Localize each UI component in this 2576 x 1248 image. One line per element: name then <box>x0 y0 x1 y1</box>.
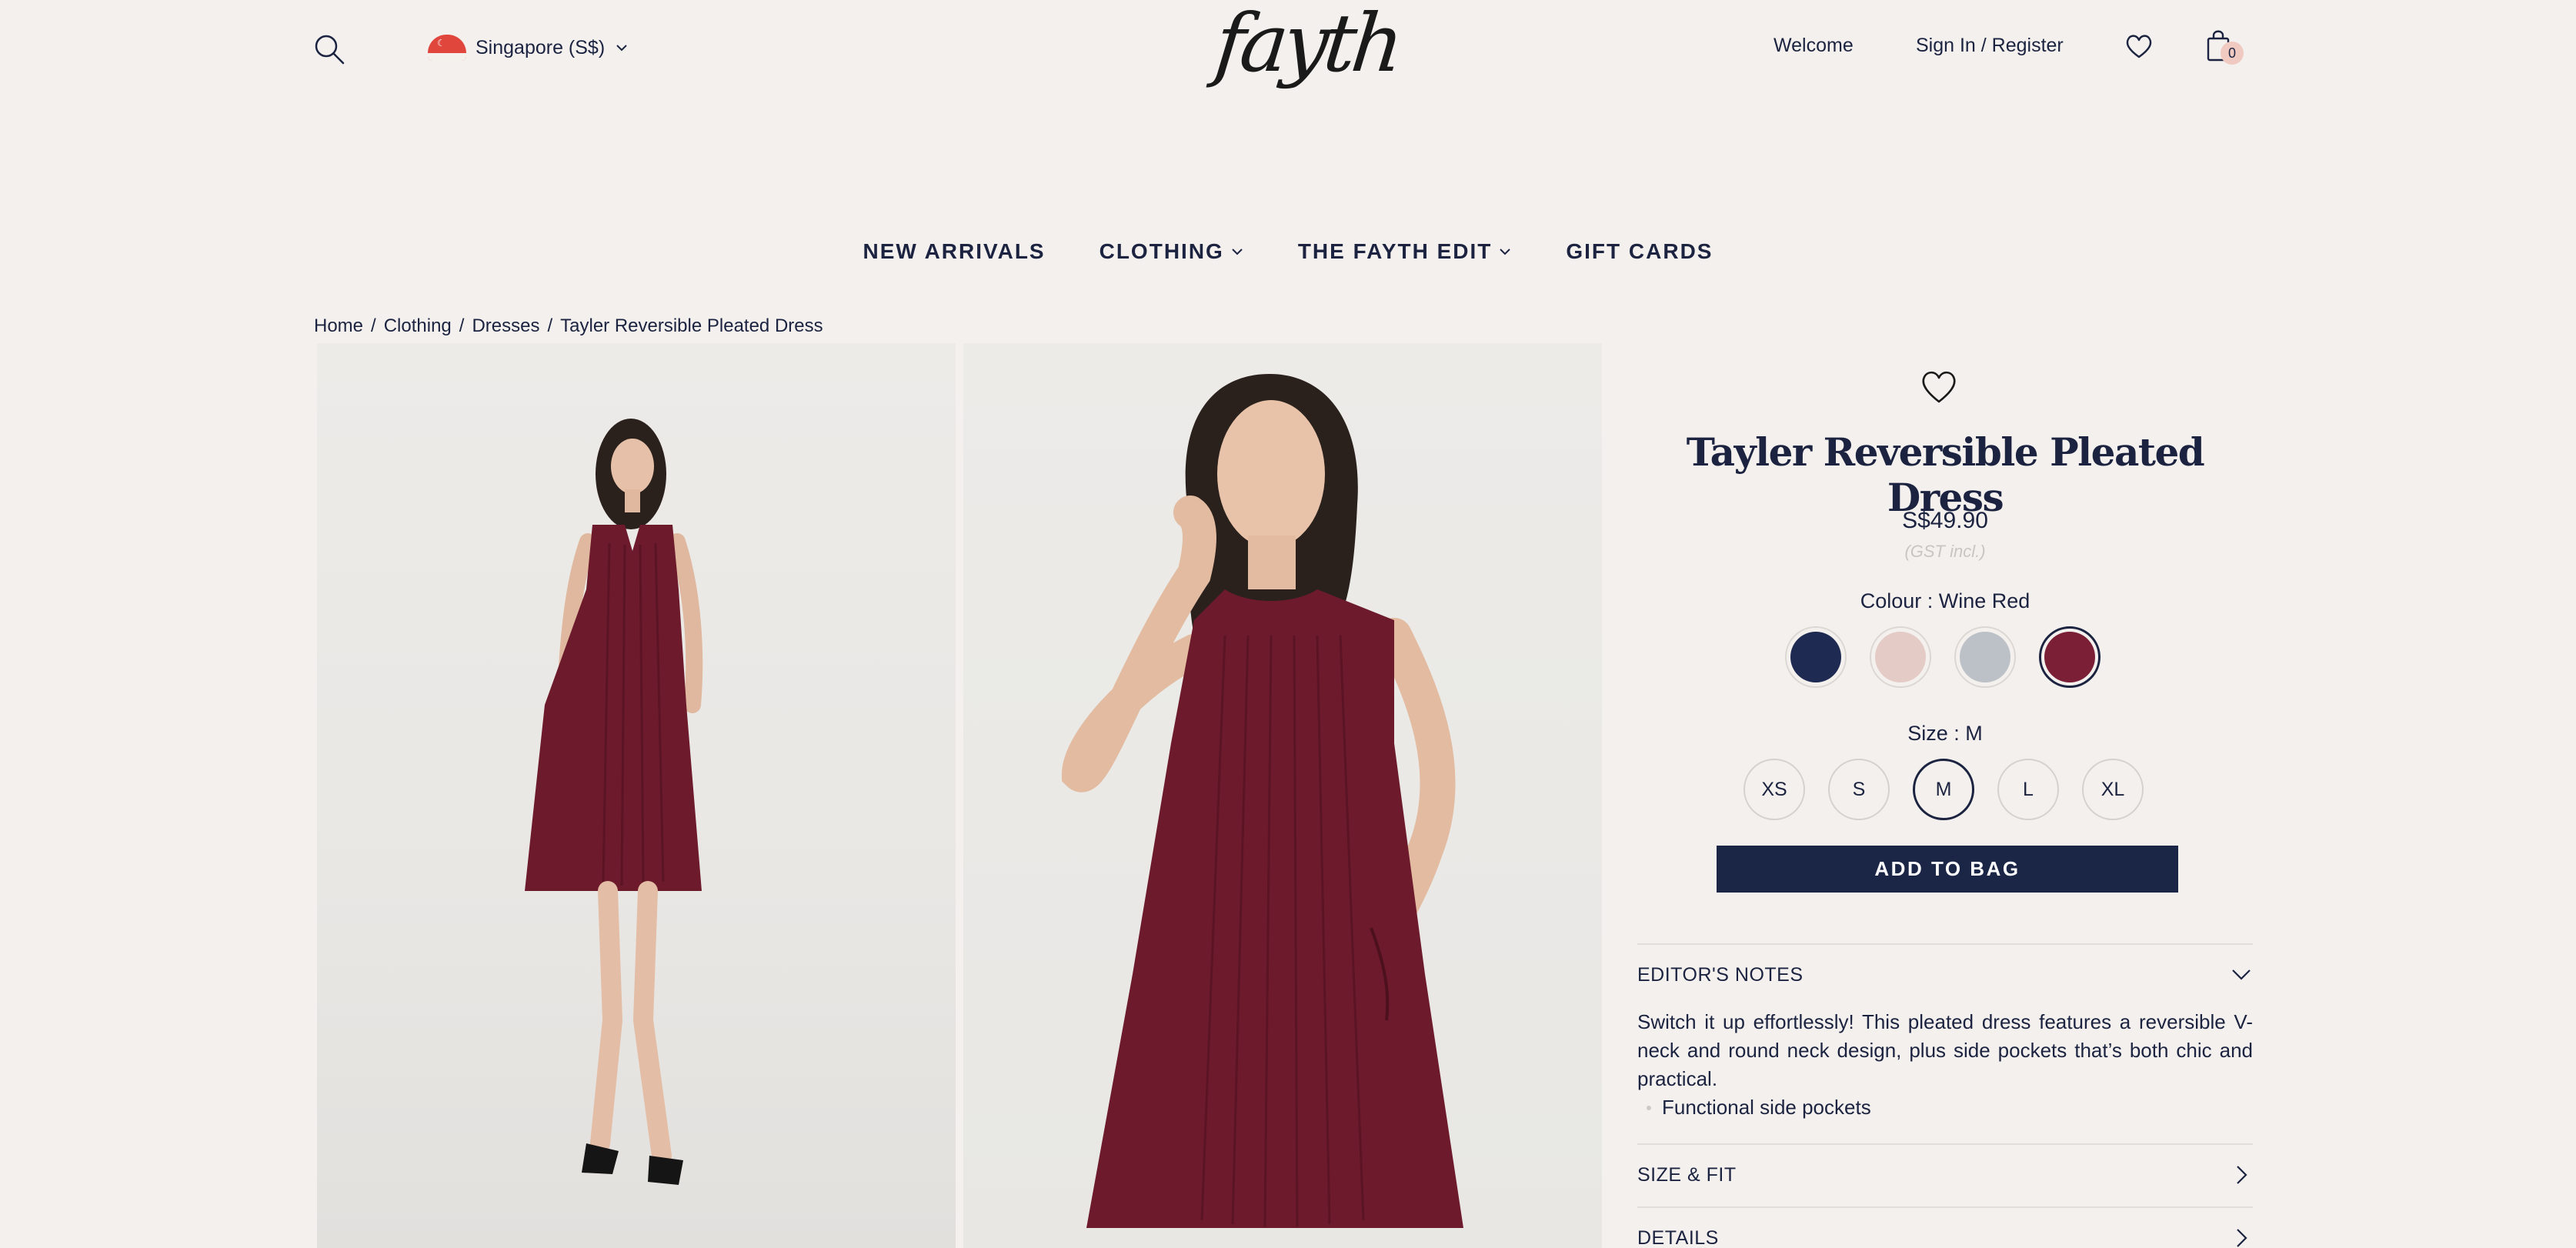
editors-notes-bullet: Functional side pockets <box>1662 1096 1871 1119</box>
nav-label: THE FAYTH EDIT <box>1297 239 1493 263</box>
colour-label: Colour : Wine Red <box>1860 589 2030 612</box>
singapore-flag-icon: ☾ <box>428 35 466 61</box>
breadcrumb: Home / Clothing / Dresses / Tayler Rever… <box>314 315 823 337</box>
region-selector[interactable]: ☾ Singapore (S$) <box>428 29 629 66</box>
nav-clothing[interactable]: CLOTHING <box>1099 239 1244 264</box>
breadcrumb-home[interactable]: Home <box>314 315 363 337</box>
search-icon[interactable] <box>311 31 348 68</box>
nav-new-arrivals[interactable]: NEW ARRIVALS <box>863 239 1046 264</box>
colour-swatch-navy[interactable] <box>1785 626 1847 688</box>
product-photo-full-length[interactable] <box>317 343 956 1248</box>
size-label: Size : M <box>1907 722 1983 745</box>
main-navigation: NEW ARRIVALS CLOTHING THE FAYTH EDIT GIF… <box>0 239 2576 264</box>
size-options: XS S M L XL <box>1743 759 2144 820</box>
breadcrumb-separator: / <box>371 315 376 336</box>
chevron-down-icon <box>2232 969 2251 980</box>
product-photo-close-up[interactable] <box>963 343 1602 1248</box>
accordion-title: SIZE & FIT <box>1637 1163 1737 1186</box>
size-option-s[interactable]: S <box>1828 759 1890 820</box>
product-price: S$49.90 <box>1902 508 1988 533</box>
bag-count-badge: 0 <box>2221 42 2244 65</box>
brand-logo[interactable]: fayth <box>1211 0 1404 109</box>
add-to-wishlist-heart-icon[interactable] <box>1919 366 1959 406</box>
nav-label: GIFT CARDS <box>1566 239 1713 263</box>
size-option-xl[interactable]: XL <box>2082 759 2144 820</box>
breadcrumb-separator: / <box>547 315 553 336</box>
accordion-editors-notes[interactable]: EDITOR'S NOTES <box>1637 963 2253 986</box>
size-option-m[interactable]: M <box>1913 759 1974 820</box>
accordion-size-fit[interactable]: SIZE & FIT <box>1637 1163 2253 1186</box>
colour-swatches <box>1785 626 2101 688</box>
divider <box>1637 1143 2253 1145</box>
breadcrumb-separator: / <box>459 315 465 336</box>
size-option-l[interactable]: L <box>1997 759 2059 820</box>
breadcrumb-clothing[interactable]: Clothing <box>384 315 452 337</box>
nav-the-fayth-edit[interactable]: THE FAYTH EDIT <box>1298 239 1513 264</box>
editors-notes-list-item: Functional side pockets <box>1647 1096 1871 1120</box>
chevron-down-icon <box>616 45 627 52</box>
editors-notes-body: Switch it up effortlessly! This pleated … <box>1637 1010 2253 1090</box>
gst-note: (GST incl.) <box>1904 542 1986 561</box>
colour-swatch-wine-red[interactable] <box>2039 626 2101 688</box>
product-title: Tayler Reversible Pleated Dress <box>1686 429 2205 520</box>
colour-swatch-grey[interactable] <box>1954 626 2016 688</box>
colour-swatch-blush[interactable] <box>1870 626 1931 688</box>
size-option-xs[interactable]: XS <box>1743 759 1805 820</box>
signin-link[interactable]: Sign In / Register <box>1916 35 2064 57</box>
welcome-text: Welcome <box>1774 35 1854 56</box>
nav-label: NEW ARRIVALS <box>863 239 1046 263</box>
nav-label: CLOTHING <box>1099 239 1224 263</box>
wishlist-heart-icon[interactable] <box>2124 31 2154 62</box>
divider <box>1637 1206 2253 1208</box>
accordion-title: DETAILS <box>1637 1226 1719 1248</box>
chevron-down-icon <box>1232 249 1243 255</box>
chevron-right-icon <box>2237 1166 2247 1184</box>
logo-text: fayth <box>1210 0 1404 90</box>
chevron-right-icon <box>2237 1229 2247 1247</box>
add-to-bag-button[interactable]: ADD TO BAG <box>1717 846 2178 893</box>
divider <box>1637 943 2253 945</box>
accordion-title: EDITOR'S NOTES <box>1637 963 1804 986</box>
nav-gift-cards[interactable]: GIFT CARDS <box>1566 239 1713 264</box>
region-label: Singapore (S$) <box>475 36 606 58</box>
bullet-dot <box>1647 1105 1651 1110</box>
product-page: ☾ Singapore (S$) fayth Welcome Sign In /… <box>0 0 2576 1248</box>
accordion-details[interactable]: DETAILS <box>1637 1226 2253 1248</box>
breadcrumb-current: Tayler Reversible Pleated Dress <box>560 315 823 336</box>
breadcrumb-dresses[interactable]: Dresses <box>472 315 539 337</box>
chevron-down-icon <box>1500 249 1511 255</box>
